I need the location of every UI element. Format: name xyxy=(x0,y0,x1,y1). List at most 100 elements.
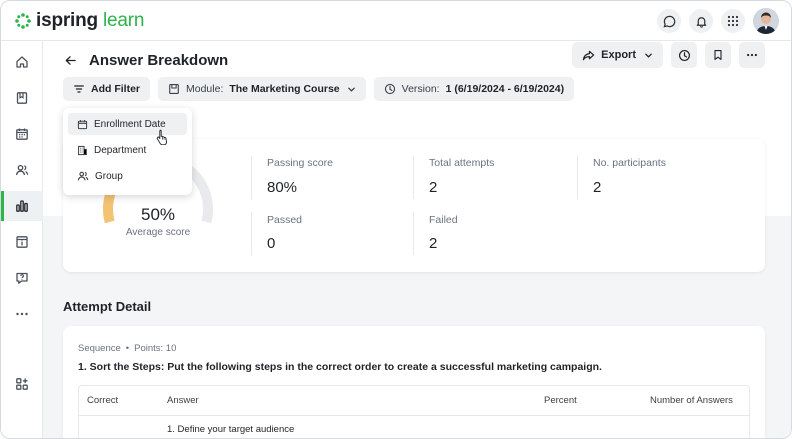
question-points: Points: 10 xyxy=(134,343,177,354)
question-meta: Sequence • Points: 10 xyxy=(78,343,177,354)
add-filter-menu: Enrollment Date Department Group xyxy=(63,108,192,195)
ispring-logo-icon xyxy=(15,13,31,29)
reports-icon xyxy=(16,200,28,212)
column-header-percent: Percent xyxy=(544,395,577,406)
column-header-number-of-answers: Number of Answers xyxy=(650,395,733,406)
passed-label: Passed xyxy=(267,214,303,226)
version-key: Version: xyxy=(401,83,440,95)
passing-score-value: 80% xyxy=(267,179,298,196)
info-board-icon xyxy=(16,236,28,248)
clock-icon xyxy=(384,83,395,95)
export-label: Export xyxy=(601,49,636,61)
divider xyxy=(577,156,578,199)
top-bar: ispring learn xyxy=(1,1,791,41)
logo[interactable]: ispring learn xyxy=(15,10,144,32)
filter-icon xyxy=(74,85,84,93)
bell-icon xyxy=(696,16,706,28)
chevron-down-icon xyxy=(347,87,355,92)
passing-score-label: Passing score xyxy=(267,157,333,169)
help-icon xyxy=(16,272,28,284)
apps-button[interactable] xyxy=(721,9,745,33)
total-attempts-value: 2 xyxy=(429,179,438,196)
average-score-value: 50% xyxy=(140,205,176,224)
divider xyxy=(251,156,252,199)
menu-item-group[interactable]: Group xyxy=(68,165,187,187)
module-value: The Marketing Course xyxy=(229,83,340,95)
arrow-left-icon xyxy=(65,55,76,65)
more-icon xyxy=(16,312,28,316)
module-icon xyxy=(169,83,179,95)
attempt-detail-title: Attempt Detail xyxy=(63,299,152,314)
attempt-detail-card: Sequence • Points: 10 1. Sort the Steps: P… xyxy=(63,326,765,438)
title-row: Answer Breakdown xyxy=(61,46,228,74)
user-avatar[interactable] xyxy=(753,8,779,34)
calendar-icon xyxy=(77,119,88,129)
building-icon xyxy=(78,145,87,155)
sidebar-item-reports[interactable] xyxy=(1,191,43,221)
divider xyxy=(251,212,252,255)
menu-item-department[interactable]: Department xyxy=(68,139,187,161)
sidebar-item-home[interactable] xyxy=(1,47,43,77)
menu-item-label: Department xyxy=(94,144,147,156)
answers-table: Correct Answer Percent Number of Answers… xyxy=(78,385,750,438)
version-value: 1 (6/19/2024 - 6/19/2024) xyxy=(445,83,565,95)
avatar-image xyxy=(753,8,779,34)
chat-button[interactable] xyxy=(657,9,681,33)
version-select[interactable]: Version: 1 (6/19/2024 - 6/19/2024) xyxy=(373,77,575,101)
chevron-down-icon xyxy=(645,53,652,58)
sidebar-item-info[interactable] xyxy=(1,227,43,257)
failed-value: 2 xyxy=(429,235,438,252)
sidebar xyxy=(1,41,43,438)
menu-item-label: Enrollment Date xyxy=(94,118,166,130)
header-actions: Export xyxy=(572,42,765,68)
group-icon xyxy=(77,171,89,181)
top-actions xyxy=(657,8,779,34)
export-button[interactable]: Export xyxy=(572,42,663,68)
table-divider xyxy=(79,415,749,416)
module-select[interactable]: Module: The Marketing Course xyxy=(158,77,366,101)
hand-pointer-cursor xyxy=(156,129,167,145)
table-row-answer: 1. Define your target audience xyxy=(167,424,295,435)
more-options-button[interactable] xyxy=(739,42,765,68)
sidebar-item-add-widget[interactable] xyxy=(1,369,43,399)
bookmark-button[interactable] xyxy=(705,42,731,68)
total-attempts-label: Total attempts xyxy=(429,157,495,169)
notifications-button[interactable] xyxy=(689,9,713,33)
add-widget-icon xyxy=(16,378,28,390)
clock-icon xyxy=(678,49,690,61)
apps-grid-icon xyxy=(727,15,739,27)
chat-icon xyxy=(663,15,675,27)
divider xyxy=(413,156,414,199)
failed-label: Failed xyxy=(429,214,458,226)
share-arrow-icon xyxy=(582,50,595,60)
sidebar-item-help[interactable] xyxy=(1,263,43,293)
more-horizontal-icon xyxy=(747,53,757,57)
main-content: Answer Breakdown Export Add Filter Modul… xyxy=(43,41,791,438)
menu-item-enrollment-date[interactable]: Enrollment Date xyxy=(68,113,187,135)
history-button[interactable] xyxy=(671,42,697,68)
add-filter-label: Add Filter xyxy=(91,83,140,95)
menu-item-label: Group xyxy=(95,170,123,182)
column-header-correct: Correct xyxy=(87,395,119,406)
book-icon xyxy=(16,92,28,104)
sidebar-item-calendar[interactable] xyxy=(1,119,43,149)
module-key: Module: xyxy=(186,83,224,95)
participants-value: 2 xyxy=(593,179,602,196)
question-type: Sequence xyxy=(78,343,121,354)
filter-bar: Add Filter Module: The Marketing Course … xyxy=(63,77,575,101)
page-title: Answer Breakdown xyxy=(89,51,229,69)
divider xyxy=(413,212,414,255)
back-button[interactable] xyxy=(61,51,79,69)
average-score-label: Average score xyxy=(125,227,191,238)
home-icon xyxy=(16,56,28,68)
bookmark-icon xyxy=(714,49,722,61)
add-filter-button[interactable]: Add Filter xyxy=(63,77,150,101)
sidebar-item-users[interactable] xyxy=(1,155,43,185)
app-window: ispring learn Answer Breakdown Export Ad… xyxy=(0,0,792,439)
sidebar-item-library[interactable] xyxy=(1,83,43,113)
sidebar-item-more[interactable] xyxy=(1,299,43,329)
column-header-answer: Answer xyxy=(167,395,199,406)
logo-text: ispring learn xyxy=(36,10,145,31)
calendar-icon xyxy=(16,128,28,140)
question-text: 1. Sort the Steps: Put the following ste… xyxy=(78,361,602,373)
